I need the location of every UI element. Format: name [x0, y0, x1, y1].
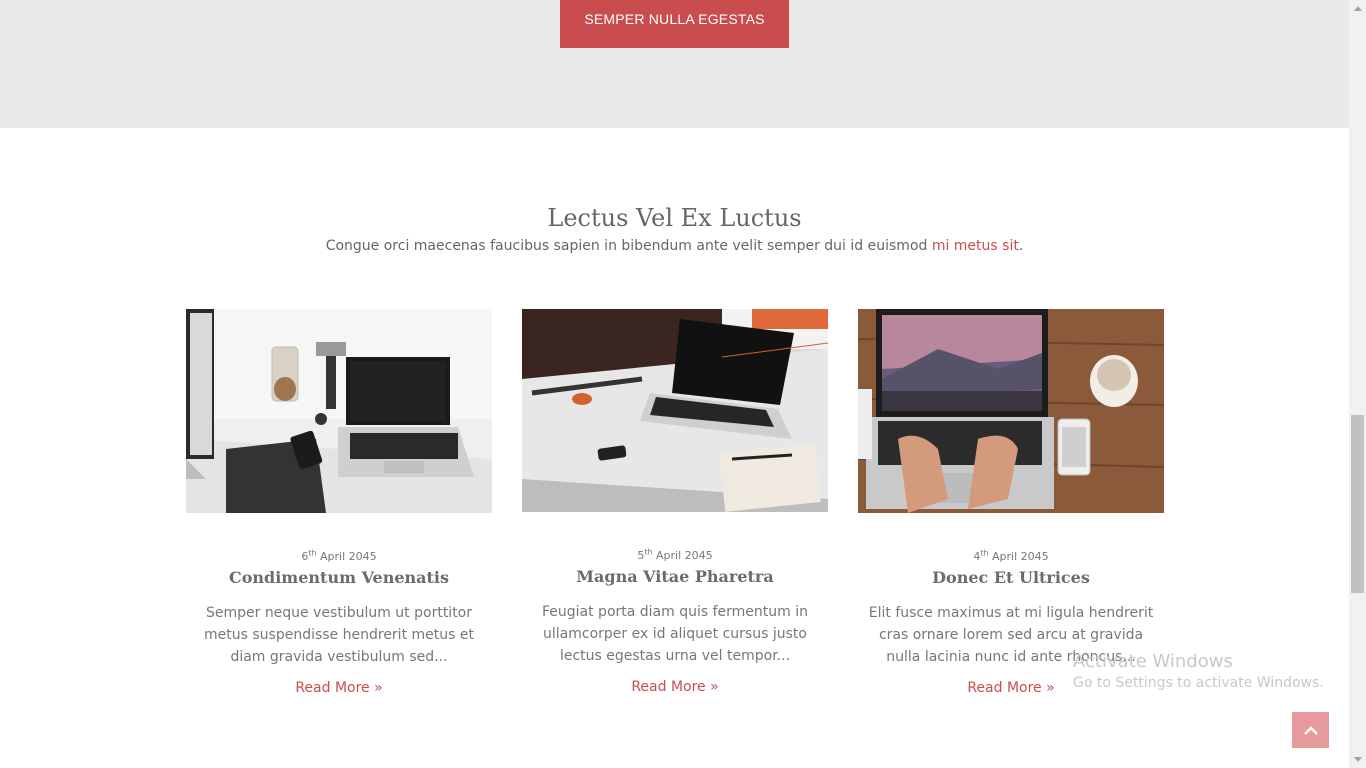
section-subtitle-link[interactable]: mi metus sit	[932, 238, 1019, 254]
post-date: 4th April 2045	[858, 548, 1164, 564]
post-date-suffix: th	[644, 547, 653, 557]
scroll-down-arrow-icon[interactable]	[1349, 751, 1366, 768]
post-excerpt: Semper neque vestibulum ut porttitor met…	[204, 605, 474, 665]
read-more-link[interactable]: Read More »	[967, 680, 1054, 696]
typing-laptop-photo	[858, 309, 1164, 513]
section-subtitle: Congue orci maecenas faucibus sapien in …	[0, 238, 1349, 254]
section-title: Lectus Vel Ex Luctus	[547, 204, 802, 232]
blog-card: 4th April 2045 Donec Et Ultrices Elit fu…	[858, 309, 1164, 696]
scroll-up-arrow-icon[interactable]	[1349, 0, 1366, 17]
post-date-suffix: th	[980, 548, 989, 558]
post-date: 6th April 2045	[186, 548, 492, 564]
read-more-link[interactable]: Read More »	[631, 679, 718, 695]
section-subtitle-end: .	[1018, 238, 1024, 254]
blog-card: 6th April 2045 Condimentum Venenatis Sem…	[186, 309, 492, 696]
semper-nulla-egestas-button[interactable]: SEMPER NULLA EGESTAS	[560, 0, 789, 48]
activate-windows-subtitle: Go to Settings to activate Windows.	[1073, 675, 1324, 691]
desk-laptop-photo	[186, 309, 492, 513]
activate-windows-watermark: Activate Windows Go to Settings to activ…	[1073, 651, 1324, 691]
laptop-table-photo	[522, 309, 828, 512]
page: SEMPER NULLA EGESTAS Lectus Vel Ex Luctu…	[0, 0, 1349, 768]
post-title[interactable]: Magna Vitae Pharetra	[522, 567, 828, 587]
post-title[interactable]: Condimentum Venenatis	[186, 568, 492, 588]
blog-image-typing-laptop[interactable]	[858, 309, 1164, 513]
scrollbar-thumb[interactable]	[1351, 415, 1364, 593]
post-title[interactable]: Donec Et Ultrices	[858, 568, 1164, 588]
read-more-link[interactable]: Read More »	[295, 680, 382, 696]
post-date-suffix: th	[308, 548, 317, 558]
post-excerpt: Feugiat porta diam quis fermentum in ull…	[541, 604, 809, 664]
post-date: 5th April 2045	[522, 547, 828, 563]
post-date-month-year: April 2045	[320, 550, 377, 563]
blog-image-laptop-table[interactable]	[522, 309, 828, 512]
post-date-month-year: April 2045	[992, 550, 1049, 563]
blog-card: 5th April 2045 Magna Vitae Pharetra Feug…	[522, 309, 828, 695]
blog-image-desk-laptop-phone[interactable]	[186, 309, 492, 513]
section-subtitle-text: Congue orci maecenas faucibus sapien in …	[325, 238, 932, 254]
vertical-scrollbar[interactable]	[1349, 0, 1366, 768]
activate-windows-title: Activate Windows	[1073, 651, 1233, 672]
chevron-up-icon	[1303, 725, 1318, 735]
post-date-month-year: April 2045	[656, 549, 713, 562]
top-band: SEMPER NULLA EGESTAS	[0, 0, 1349, 128]
scroll-to-top-button[interactable]	[1292, 712, 1329, 748]
